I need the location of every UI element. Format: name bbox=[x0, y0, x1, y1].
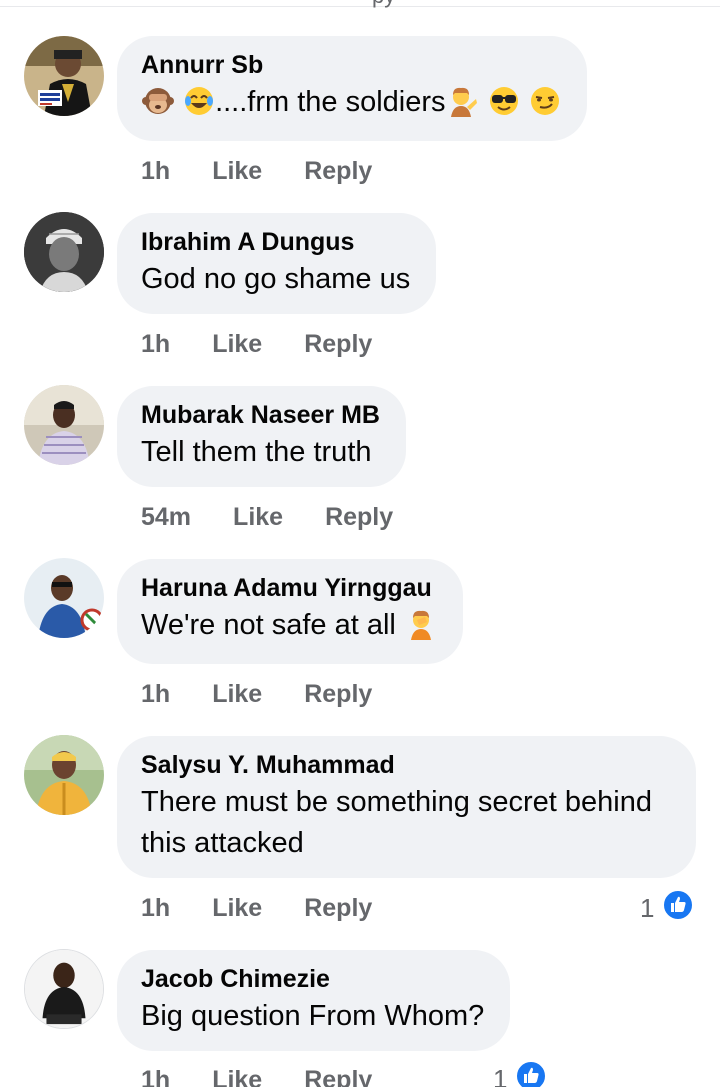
monkey-see-no-evil-icon bbox=[142, 85, 174, 129]
smiling-face-with-sunglasses-icon bbox=[488, 85, 520, 129]
like-button[interactable]: Like bbox=[233, 503, 283, 531]
comment-bubble: Haruna Adamu Yirnggau We're not safe at … bbox=[117, 559, 463, 664]
reaction-summary[interactable]: 1 bbox=[493, 1060, 548, 1087]
reaction-count: 1 bbox=[493, 1064, 508, 1087]
comment-bubble: Salysu Y. Muhammad There must be somethi… bbox=[117, 736, 696, 878]
avatar[interactable] bbox=[24, 735, 104, 815]
reply-button[interactable]: Reply bbox=[325, 503, 393, 531]
reply-button[interactable]: Reply bbox=[304, 1066, 372, 1087]
like-button[interactable]: Like bbox=[212, 330, 262, 358]
comment-text-line: ....frm the soldiers bbox=[141, 82, 561, 129]
comments-screen: py Annurr Sb bbox=[0, 0, 720, 1087]
comment-text: Tell them the truth bbox=[141, 436, 372, 468]
reply-button[interactable]: Reply bbox=[304, 894, 372, 922]
person-tipping-hand-icon bbox=[447, 85, 479, 129]
comment-time[interactable]: 1h bbox=[141, 330, 170, 358]
avatar[interactable] bbox=[24, 385, 104, 465]
comment-time[interactable]: 1h bbox=[141, 157, 170, 185]
comment-actions: 1h Like Reply bbox=[141, 680, 414, 709]
comment-author[interactable]: Haruna Adamu Yirnggau bbox=[141, 571, 437, 605]
comment-time[interactable]: 1h bbox=[141, 1066, 170, 1087]
comment-time[interactable]: 1h bbox=[141, 894, 170, 922]
comment-text: ....frm the soldiers bbox=[215, 86, 446, 118]
comment-text: There must be something secret behind th… bbox=[141, 786, 652, 859]
face-with-tears-of-joy-icon bbox=[183, 85, 215, 129]
comment-actions: 1h Like Reply bbox=[141, 330, 414, 359]
like-button[interactable]: Like bbox=[212, 157, 262, 185]
comment-bubble: Jacob Chimezie Big question From Whom? bbox=[117, 950, 511, 1051]
comment-author[interactable]: Annurr Sb bbox=[141, 48, 561, 82]
comment-text: Big question From Whom? bbox=[141, 1000, 485, 1032]
comment-author[interactable]: Mubarak Naseer MB bbox=[141, 398, 380, 432]
comment-actions: 1h Like Reply bbox=[141, 894, 414, 923]
comment-time[interactable]: 54m bbox=[141, 503, 191, 531]
avatar[interactable] bbox=[24, 558, 104, 638]
avatar[interactable] bbox=[24, 949, 104, 1029]
comment-text: We're not safe at all bbox=[141, 609, 396, 641]
avatar[interactable] bbox=[24, 36, 104, 116]
comment-bubble: Annurr Sb ....frm the soldiers bbox=[117, 36, 587, 141]
reply-button[interactable]: Reply bbox=[304, 680, 372, 708]
comment-author[interactable]: Jacob Chimezie bbox=[141, 962, 484, 996]
comment-time[interactable]: 1h bbox=[141, 680, 170, 708]
comment-bubble: Mubarak Naseer MB Tell them the truth bbox=[117, 386, 406, 487]
avatar[interactable] bbox=[24, 212, 104, 292]
comment-text-line: We're not safe at all bbox=[141, 605, 437, 652]
comment-actions: 1h Like Reply bbox=[141, 1066, 414, 1087]
comment-actions: 54m Like Reply bbox=[141, 503, 435, 532]
like-reaction-icon bbox=[662, 889, 695, 928]
fragment-text: py bbox=[372, 0, 395, 9]
person-facepalming-icon bbox=[405, 608, 437, 652]
comment-author[interactable]: Ibrahim A Dungus bbox=[141, 225, 410, 259]
reply-button[interactable]: Reply bbox=[304, 157, 372, 185]
previous-comment-fragment: py bbox=[0, 0, 720, 9]
smirking-face-icon bbox=[529, 85, 561, 129]
like-button[interactable]: Like bbox=[212, 894, 262, 922]
comment-actions: 1h Like Reply bbox=[141, 157, 414, 186]
like-button[interactable]: Like bbox=[212, 1066, 262, 1087]
comment-bubble: Ibrahim A Dungus God no go shame us bbox=[117, 213, 437, 314]
reaction-count: 1 bbox=[640, 893, 655, 923]
comment-author[interactable]: Salysu Y. Muhammad bbox=[141, 748, 670, 782]
reply-button[interactable]: Reply bbox=[304, 330, 372, 358]
comment-text: God no go shame us bbox=[141, 263, 411, 295]
like-reaction-icon bbox=[515, 1060, 548, 1087]
reaction-summary[interactable]: 1 bbox=[640, 889, 695, 928]
like-button[interactable]: Like bbox=[212, 680, 262, 708]
